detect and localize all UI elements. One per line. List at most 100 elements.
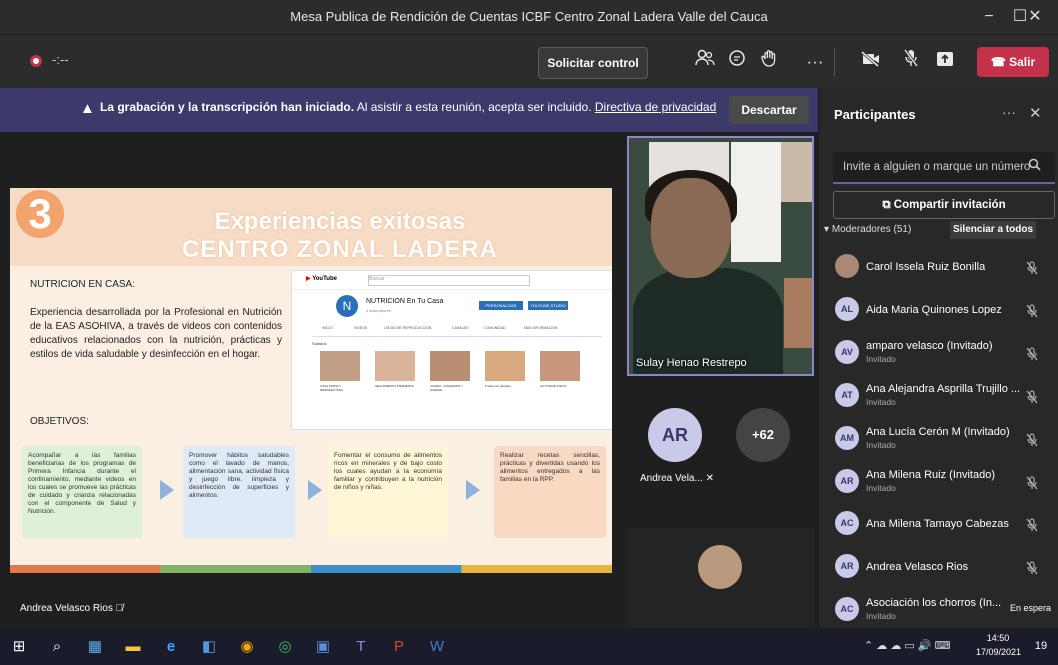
search-icon[interactable]: ⌕ (42, 628, 72, 665)
system-tray[interactable]: ⌃ ☁ ☁ ▭ 🔊 ⌨ (864, 639, 950, 652)
magnifier-icon (1028, 158, 1041, 171)
participant-row[interactable]: AC Asociación los chorros (In... Invitado E… (818, 591, 1058, 631)
share-screen-icon[interactable] (930, 48, 960, 76)
participants-icon[interactable] (690, 48, 720, 76)
privacy-link[interactable]: Directiva de privacidad (595, 100, 716, 114)
avatar: AC (835, 511, 859, 535)
objective-box: Acompañar a las familias beneficiarias d… (22, 446, 142, 538)
channel-tabs: INICIO VIDEOS LISTAS DE REPRODUCCIÓN CAN… (312, 326, 602, 337)
avatar[interactable]: AR (648, 408, 702, 462)
share-invite-button[interactable]: ⧉ Compartir invitación (833, 191, 1055, 219)
video-caption: SEGUIMIENTO DIFERENTE (375, 384, 414, 388)
speaker-face (651, 178, 731, 278)
participant-name: Aida Maria Quinones Lopez (866, 304, 1002, 316)
channel-subscribers: 4 suscriptores (366, 308, 391, 313)
reactions-icon[interactable] (754, 48, 784, 76)
whatsapp-icon[interactable]: ◎ (270, 628, 300, 665)
objectives-label: OBJETIVOS: (30, 416, 89, 427)
share-invite-label: Compartir invitación (893, 199, 1006, 211)
mic-off-icon[interactable] (896, 48, 926, 76)
teams-icon[interactable]: T (346, 628, 376, 665)
channel-tab: MÁS INFORMACIÓN (524, 326, 558, 330)
presentation-slide: 3 Experiencias exitosas CENTRO ZONAL LAD… (10, 188, 612, 573)
participant-row[interactable]: AC Ana Milena Tamayo Cabezas (818, 505, 1058, 545)
participant-name: Ana Lucía Cerón M (Invitado) (866, 426, 1010, 438)
phone-hangup-icon: ☎ (990, 55, 1010, 69)
mic-off-icon: ✕ (705, 473, 714, 484)
outlook-icon[interactable]: ▣ (308, 628, 338, 665)
channel-tab: VIDEOS (354, 326, 368, 330)
youtube-screenshot: ▶ YouTube Buscar N NUTRICION En Tu Casa … (291, 270, 612, 430)
video-thumbnail (540, 351, 580, 381)
slide-paragraph: Experiencia desarrollada por la Profesio… (30, 307, 282, 360)
participant-row[interactable]: AM Ana Lucía Cerón M (Invitado) Invitado (818, 420, 1058, 460)
participant-row[interactable]: Carol Issela Ruiz Bonilla (818, 248, 1058, 288)
waiting-status: En espera (1010, 603, 1052, 613)
leave-label: Salir (1009, 55, 1036, 69)
video-caption: Frutas con tanduria (485, 384, 511, 388)
video-caption: ACTIVIDAD FISICA (540, 384, 567, 388)
leave-button[interactable]: ☎ Salir (977, 47, 1049, 77)
presenter-name: Andrea Velasco Rios (20, 603, 113, 614)
background-picture (731, 142, 781, 262)
participant-name: amparo velasco (Invitado) (866, 340, 993, 352)
close-window-button[interactable]: ✕ (1012, 0, 1058, 34)
video-thumbnail (485, 351, 525, 381)
chrome-icon[interactable]: ◉ (232, 628, 262, 665)
mic-off-icon (1026, 261, 1038, 278)
chevron-down-icon: ▾ (824, 224, 832, 235)
channel-tab: COMUNIDAD (484, 326, 506, 330)
video-off-icon (861, 50, 879, 68)
more-actions-button[interactable]: ··· (800, 48, 830, 76)
search-icon[interactable] (1028, 158, 1041, 174)
slide-heading: NUTRICION EN CASA: (30, 279, 136, 290)
task-view-icon[interactable]: ▦ (80, 628, 110, 665)
chat-icon[interactable] (722, 48, 752, 76)
participant-row[interactable]: AR Andrea Velasco Rios (818, 548, 1058, 588)
notification-text: La grabación y la transcripción han inic… (100, 100, 716, 114)
participant-row[interactable]: AR Ana Milena Ruiz (Invitado) Invitado (818, 463, 1058, 503)
clock-date: 17/09/2021 (976, 647, 1022, 657)
slide-number: 3 (16, 190, 64, 238)
taskbar-clock[interactable]: 14:50 17/09/2021 (976, 631, 1022, 659)
notification-center-icon[interactable]: 19 (1026, 628, 1056, 665)
windows-start-icon[interactable]: ⊞ (4, 628, 34, 665)
more-participants-button[interactable]: +62 (736, 408, 790, 462)
invite-input[interactable]: Invite a alguien o marque un número (833, 152, 1055, 184)
window-title: Mesa Publica de Rendición de Cuentas ICB… (290, 9, 768, 24)
avatar: AT (835, 383, 859, 407)
participant-row[interactable]: AL Aida Maria Quinones Lopez (818, 291, 1058, 331)
video-tile-speaker[interactable] (627, 136, 814, 376)
participant-row[interactable]: AV amparo velasco (Invitado) Invitado (818, 334, 1058, 374)
edge-browser-icon[interactable]: e (156, 628, 186, 665)
participant-role: Invitado (866, 483, 896, 493)
moderators-header[interactable]: ▾ Moderadores (51) (824, 224, 911, 235)
camera-off-icon[interactable] (856, 48, 886, 76)
dismiss-button[interactable]: Descartar (729, 96, 809, 124)
background-picture (781, 142, 812, 202)
slide-footer-stripe (10, 565, 612, 573)
file-explorer-icon[interactable]: ▬ (118, 628, 148, 665)
mute-all-button[interactable]: Silenciar a todos (950, 221, 1036, 239)
objective-box: Realizar recetas sencillas, prácticas y … (494, 446, 606, 538)
participant-row[interactable]: AT Ana Alejandra Asprilla Trujillo ... Inv… (818, 377, 1058, 417)
mic-off-icon (1026, 390, 1038, 407)
participant-name: Ana Milena Ruiz (Invitado) (866, 469, 996, 481)
channel-avatar: N (336, 295, 358, 317)
mic-off-icon (1026, 304, 1038, 321)
participant-name: Asociación los chorros (In... (866, 597, 1002, 609)
word-icon[interactable]: W (422, 628, 452, 665)
chat-bubble-icon (729, 50, 745, 66)
mic-off-icon (1026, 347, 1038, 364)
request-control-button[interactable]: Solicitar control (538, 47, 648, 79)
store-icon[interactable]: ◧ (194, 628, 224, 665)
youtube-logo: ▶ YouTube (306, 275, 337, 282)
video-caption: VIANDO, JUGUEMOS Y HIGIENE (430, 384, 463, 392)
youtube-play-icon: ▶ (306, 276, 311, 282)
panel-more-icon[interactable]: ··· (1002, 104, 1016, 120)
channel-tab: LISTAS DE REPRODUCCIÓN (384, 326, 432, 330)
powerpoint-icon[interactable]: P (384, 628, 414, 665)
close-icon[interactable]: ✕ (1029, 104, 1042, 122)
mic-off-icon: 🎙̸ (115, 603, 124, 614)
customize-channel-button: PERSONALIZAR CANAL (479, 301, 523, 317)
